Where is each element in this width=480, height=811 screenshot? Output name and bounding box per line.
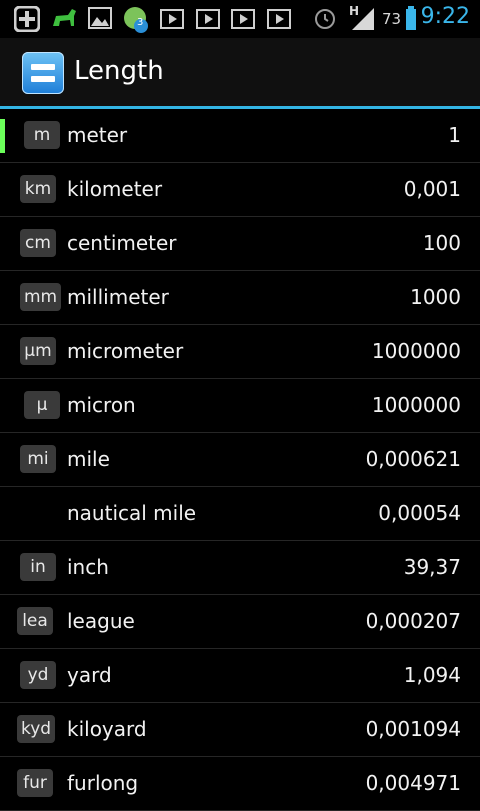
unit-abbr-badge: µm [20, 337, 56, 365]
unit-value: 100 [422, 231, 461, 255]
play-store-icon [231, 9, 255, 29]
unit-name: inch [67, 555, 109, 579]
status-bar: 3 H 73 9:22 [0, 0, 480, 38]
action-bar: Length [0, 38, 480, 109]
unit-row[interactable]: µ micron 1000000 [0, 379, 480, 433]
unit-value: 0,004971 [365, 771, 461, 795]
network-type: H [349, 4, 360, 18]
unit-abbr-badge: µ [24, 391, 60, 419]
unit-name: kilometer [67, 177, 163, 201]
unit-abbr-badge: lea [17, 607, 53, 635]
unit-name: league [67, 609, 135, 633]
unit-row[interactable]: in inch 39,37 [0, 541, 480, 595]
unit-value: 0,001094 [365, 717, 461, 741]
unit-row[interactable]: µm micrometer 1000000 [0, 325, 480, 379]
unit-abbr-badge: m [24, 121, 60, 149]
unit-row[interactable]: yd yard 1,094 [0, 649, 480, 703]
unit-value: 1,094 [403, 663, 461, 687]
unit-value: 1000 [410, 285, 461, 309]
battery-icon [406, 6, 416, 30]
unit-list: m meter 1 km kilometer 0,001 cm centimeter 100 mm… [0, 109, 480, 811]
unit-row[interactable]: nautical mile 0,00054 [0, 487, 480, 541]
play-store-icon [196, 9, 220, 29]
battery-level: 73 [382, 10, 402, 28]
unit-value: 0,000621 [365, 447, 461, 471]
unit-row[interactable]: cm centimeter 100 [0, 217, 480, 271]
clock: 9:22 [420, 4, 470, 29]
unit-abbr-badge: mm [20, 283, 62, 311]
unit-abbr-badge: km [20, 175, 56, 203]
unit-row[interactable]: km kilometer 0,001 [0, 163, 480, 217]
equals-icon[interactable] [22, 52, 64, 94]
unit-abbr-badge: fur [17, 769, 53, 797]
unit-abbr-badge: in [20, 553, 56, 581]
add-icon [14, 6, 40, 32]
unit-value: 1 [448, 123, 461, 147]
unit-value: 1000000 [371, 339, 461, 363]
unit-abbr-badge: cm [20, 229, 56, 257]
unit-name: kiloyard [67, 717, 147, 741]
unit-name: meter [67, 123, 128, 147]
unit-value: 39,37 [403, 555, 461, 579]
alarm-icon [315, 9, 335, 29]
unit-row[interactable]: fur furlong 0,004971 [0, 757, 480, 811]
unit-value: 0,000207 [365, 609, 461, 633]
unit-abbr-badge: kyd [17, 715, 56, 743]
unit-abbr-badge [24, 499, 60, 527]
unit-name: mile [67, 447, 110, 471]
unit-value: 0,00054 [378, 501, 461, 525]
play-store-icon [160, 9, 184, 29]
unit-name: centimeter [67, 231, 177, 255]
unit-value: 1000000 [371, 393, 461, 417]
unit-abbr-badge: yd [20, 661, 56, 689]
unit-row[interactable]: mm millimeter 1000 [0, 271, 480, 325]
unit-name: millimeter [67, 285, 169, 309]
chat-icon [124, 7, 148, 33]
unit-row[interactable]: kyd kiloyard 0,001094 [0, 703, 480, 757]
unit-name: nautical mile [67, 501, 197, 525]
page-title: Length [74, 56, 164, 86]
unit-row[interactable]: mi mile 0,000621 [0, 433, 480, 487]
notification-badge: 3 [137, 17, 144, 28]
image-icon [88, 7, 112, 29]
play-store-icon [267, 9, 291, 29]
unit-value: 0,001 [403, 177, 461, 201]
unit-name: micrometer [67, 339, 184, 363]
unit-name: micron [67, 393, 136, 417]
unit-abbr-badge: mi [20, 445, 56, 473]
green-animal-icon [53, 9, 76, 26]
unit-row[interactable]: m meter 1 [0, 109, 480, 163]
unit-name: furlong [67, 771, 139, 795]
unit-name: yard [67, 663, 112, 687]
unit-row[interactable]: lea league 0,000207 [0, 595, 480, 649]
